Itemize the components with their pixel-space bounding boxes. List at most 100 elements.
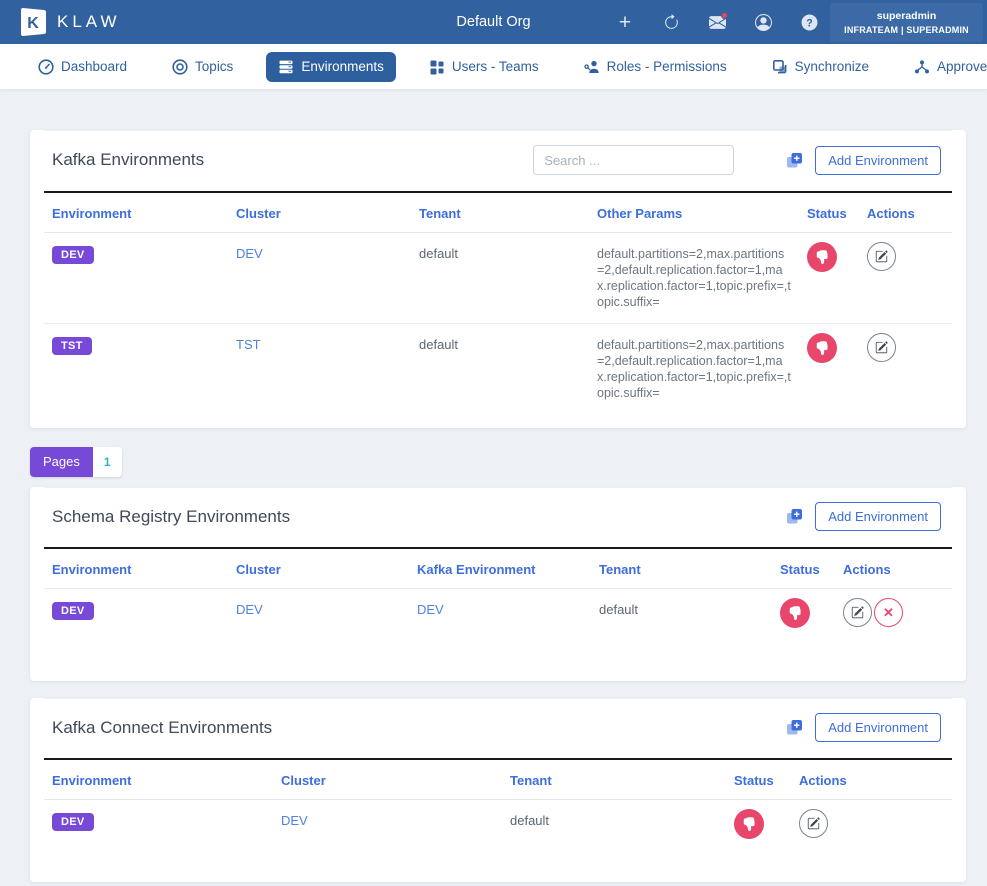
add-new-icon[interactable] bbox=[786, 719, 803, 736]
tab-synchronize[interactable]: Synchronize bbox=[760, 52, 881, 82]
other-params-cell: default.partitions=2,max.partitions=2,de… bbox=[597, 246, 791, 310]
status-button[interactable] bbox=[734, 809, 764, 839]
schema-registry-title: Schema Registry Environments bbox=[52, 507, 786, 527]
tab-environments[interactable]: Environments bbox=[266, 52, 396, 82]
environment-badge: DEV bbox=[52, 813, 94, 831]
tab-label: Topics bbox=[195, 59, 233, 74]
environment-badge: DEV bbox=[52, 246, 94, 264]
klaw-logo-icon: K bbox=[20, 7, 47, 37]
column-header: Environment bbox=[44, 759, 273, 800]
kafka-environment-link[interactable]: DEV bbox=[417, 602, 444, 617]
brand-logo-link[interactable]: K KLAW bbox=[0, 7, 121, 37]
thumbs-down-icon bbox=[815, 341, 829, 355]
page-number-button[interactable]: 1 bbox=[93, 447, 122, 477]
server-icon bbox=[278, 59, 294, 75]
target-icon bbox=[172, 59, 188, 75]
edit-icon bbox=[875, 341, 888, 354]
column-header: Status bbox=[726, 759, 791, 800]
kafka-environments-table: Environment Cluster Tenant Other Params … bbox=[44, 191, 952, 414]
tab-label: Dashboard bbox=[61, 59, 127, 74]
main-nav-tabs: Dashboard Topics Environments Users - Te… bbox=[0, 44, 987, 90]
pagination: Pages 1 bbox=[30, 447, 122, 477]
table-row: TST TST default default.partitions=2,max… bbox=[44, 324, 952, 415]
user-menu[interactable]: superadmin INFRATEAM | SUPERADMIN bbox=[830, 3, 983, 42]
plus-icon[interactable]: + bbox=[612, 9, 638, 35]
delete-icon: ✕ bbox=[883, 605, 894, 621]
column-header: Cluster bbox=[228, 192, 411, 233]
column-header: Tenant bbox=[502, 759, 726, 800]
status-button[interactable] bbox=[807, 333, 837, 363]
status-button[interactable] bbox=[780, 598, 810, 628]
tab-roles-permissions[interactable]: Roles - Permissions bbox=[572, 52, 739, 82]
tab-users-teams[interactable]: Users - Teams bbox=[417, 52, 551, 82]
user-icon[interactable] bbox=[750, 9, 776, 35]
add-environment-button[interactable]: Add Environment bbox=[815, 502, 941, 531]
top-navbar: K KLAW Default Org + ? superadmin INFRAT… bbox=[0, 0, 987, 44]
tab-approve[interactable]: Approve bbox=[902, 52, 987, 82]
column-header: Actions bbox=[791, 759, 952, 800]
edit-button[interactable] bbox=[799, 809, 828, 838]
add-new-icon[interactable] bbox=[786, 508, 803, 525]
column-header: Tenant bbox=[411, 192, 589, 233]
svg-text:?: ? bbox=[806, 17, 812, 29]
add-environment-button[interactable]: Add Environment bbox=[815, 146, 941, 175]
grid-icon bbox=[429, 59, 445, 75]
schema-registry-table: Environment Cluster Kafka Environment Te… bbox=[44, 547, 952, 641]
kafka-connect-title: Kafka Connect Environments bbox=[52, 718, 786, 738]
tab-label: Synchronize bbox=[795, 59, 869, 74]
org-title: Default Org bbox=[456, 14, 530, 30]
tenant-cell: default bbox=[411, 233, 589, 324]
other-params-cell: default.partitions=2,max.partitions=2,de… bbox=[597, 337, 791, 401]
column-header: Environment bbox=[44, 548, 228, 589]
pages-label: Pages bbox=[30, 447, 93, 477]
user-name: superadmin bbox=[877, 10, 937, 22]
column-header: Environment bbox=[44, 192, 228, 233]
column-header: Status bbox=[772, 548, 835, 589]
add-new-icon[interactable] bbox=[786, 152, 803, 169]
kafka-environments-title: Kafka Environments bbox=[52, 150, 533, 170]
layers-icon bbox=[772, 59, 788, 75]
tenant-cell: default bbox=[502, 800, 726, 853]
table-row: DEV DEV DEV default ✕ bbox=[44, 589, 952, 642]
help-icon[interactable]: ? bbox=[796, 9, 822, 35]
add-environment-button[interactable]: Add Environment bbox=[815, 713, 941, 742]
tab-label: Roles - Permissions bbox=[607, 59, 727, 74]
column-header: Cluster bbox=[273, 759, 502, 800]
edit-icon bbox=[875, 250, 888, 263]
table-row: DEV DEV default default.partitions=2,max… bbox=[44, 233, 952, 324]
thumbs-down-icon bbox=[815, 250, 829, 264]
tenant-cell: default bbox=[591, 589, 772, 642]
mail-icon[interactable] bbox=[704, 9, 730, 35]
edit-button[interactable] bbox=[867, 242, 896, 271]
tab-dashboard[interactable]: Dashboard bbox=[26, 52, 139, 82]
column-header: Actions bbox=[859, 192, 952, 233]
status-button[interactable] bbox=[807, 242, 837, 272]
edit-button[interactable] bbox=[867, 333, 896, 362]
refresh-icon[interactable] bbox=[658, 9, 684, 35]
column-header: Tenant bbox=[591, 548, 772, 589]
kafka-connect-environments-card: Kafka Connect Environments Add Environme… bbox=[30, 698, 966, 882]
environment-badge: TST bbox=[52, 337, 92, 355]
tab-label: Approve bbox=[937, 59, 987, 74]
column-header: Kafka Environment bbox=[409, 548, 591, 589]
edit-icon bbox=[807, 817, 820, 830]
tab-label: Users - Teams bbox=[452, 59, 539, 74]
user-team-role: INFRATEAM | SUPERADMIN bbox=[844, 25, 969, 35]
thumbs-down-icon bbox=[742, 817, 756, 831]
edit-icon bbox=[851, 606, 864, 619]
delete-button[interactable]: ✕ bbox=[874, 598, 903, 627]
cluster-link[interactable]: TST bbox=[236, 337, 261, 352]
notification-dot bbox=[721, 12, 728, 19]
cluster-link[interactable]: DEV bbox=[281, 813, 308, 828]
environment-badge: DEV bbox=[52, 602, 94, 620]
tab-topics[interactable]: Topics bbox=[160, 52, 245, 82]
network-icon bbox=[914, 59, 930, 75]
cluster-link[interactable]: DEV bbox=[236, 246, 263, 261]
edit-button[interactable] bbox=[843, 598, 872, 627]
search-input[interactable] bbox=[533, 145, 734, 175]
cluster-link[interactable]: DEV bbox=[236, 602, 263, 617]
svg-text:K: K bbox=[27, 15, 39, 32]
tenant-cell: default bbox=[411, 324, 589, 415]
person-key-icon bbox=[584, 59, 600, 75]
column-header: Actions bbox=[835, 548, 952, 589]
